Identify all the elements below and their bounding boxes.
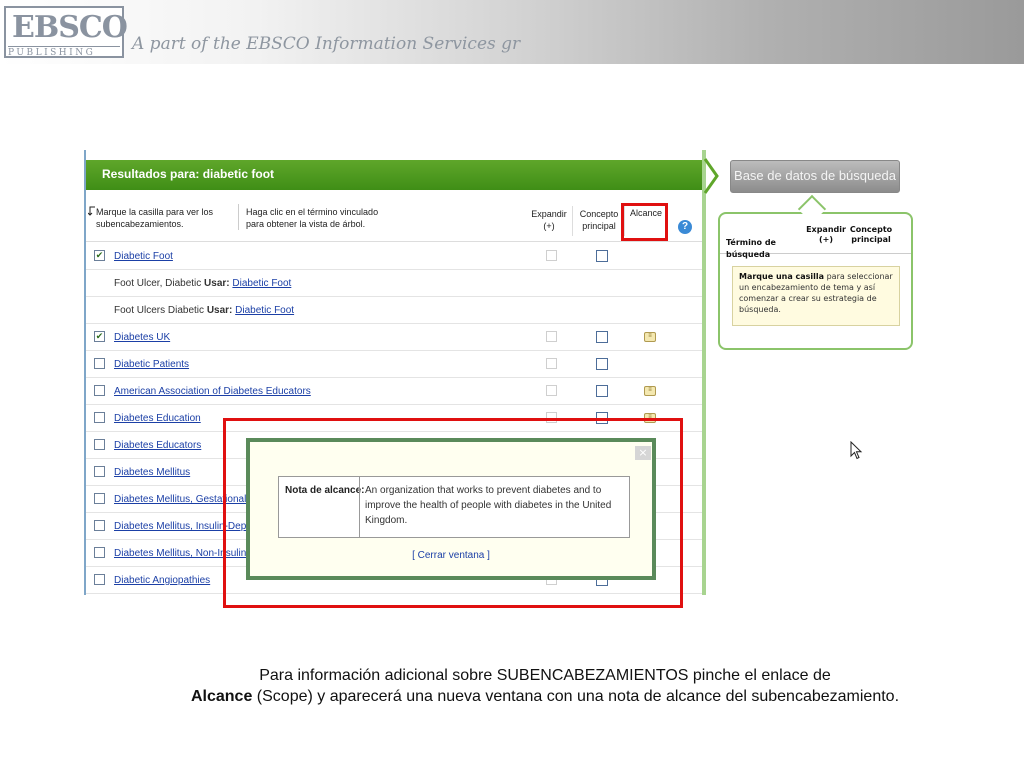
subject-term-link[interactable]: Diabetes UK [114, 332, 170, 343]
arrow-icon [88, 206, 95, 216]
row-checkbox[interactable] [94, 547, 105, 558]
table-row: Diabetic Patients [86, 351, 702, 378]
help-icon[interactable]: ? [678, 220, 692, 234]
caption-line1: Para información adicional sobre SUBENCA… [259, 667, 831, 684]
subject-term-link[interactable]: Diabetes Mellitus [114, 467, 190, 478]
logo-sub-text: PUBLISHING [8, 46, 120, 58]
caption-line2: (Scope) y aparecerá una nueva ventana co… [252, 688, 900, 705]
caption-bold: Alcance [190, 688, 253, 705]
expand-label: Expandir (+) [806, 225, 846, 244]
use-term: Foot Ulcer, Diabetic [114, 278, 205, 289]
expand-checkbox[interactable] [546, 250, 557, 261]
subject-term-link[interactable]: Diabetic Angiopathies [114, 575, 210, 586]
concept-column-header: Concepto principal [579, 209, 619, 231]
row-checkbox[interactable] [94, 574, 105, 585]
row-checkbox[interactable] [94, 358, 105, 369]
major-concept-checkbox[interactable] [596, 385, 608, 397]
row-checkbox[interactable] [94, 520, 105, 531]
logo-main-text: EBSCO [12, 10, 128, 45]
use-target-link[interactable]: Diabetic Foot [232, 278, 291, 289]
row-checkbox[interactable]: ✔ [94, 331, 105, 342]
use-word: Usar: [204, 278, 233, 289]
expand-column-header: Expandir (+) [531, 209, 567, 231]
row-checkbox[interactable] [94, 466, 105, 477]
row-checkbox[interactable] [94, 493, 105, 504]
major-concept-checkbox[interactable] [596, 250, 608, 262]
table-row: Foot Ulcer, Diabetic Usar: Diabetic Foot [86, 270, 702, 297]
instruction-tip: Marque una casilla para seleccionar un e… [732, 266, 900, 326]
subject-term-link[interactable]: Diabetes Education [114, 413, 201, 424]
use-word: Usar: [206, 305, 236, 316]
scope-note-icon[interactable]: ≡ [644, 332, 656, 342]
major-concept-checkbox[interactable] [596, 331, 608, 343]
table-row: ✔ Diabetic Foot [86, 243, 702, 270]
use-reference: Foot Ulcer, Diabetic Usar: Diabetic Foot [114, 278, 291, 289]
subject-term-link[interactable]: American Association of Diabetes Educato… [114, 386, 311, 397]
mouse-cursor-icon [850, 441, 863, 460]
scope-note-icon[interactable]: ≡ [644, 386, 656, 396]
search-database-button[interactable]: Base de datos de búsqueda [730, 160, 900, 193]
table-row: Foot Ulcers Diabetic Usar: Diabetic Foot [86, 297, 702, 324]
concept-label: Concepto principal [849, 225, 893, 244]
expand-checkbox[interactable] [546, 331, 557, 342]
header-divider [238, 204, 239, 230]
results-header: Resultados para: diabetic foot [86, 160, 702, 190]
col-divider [572, 206, 573, 236]
ebsco-logo: EBSCO PUBLISHING [4, 6, 128, 58]
column-headers: Marque la casilla para ver los subencabe… [86, 196, 702, 242]
expand-checkbox[interactable] [546, 358, 557, 369]
search-term-header: Término de Expandir (+) Concepto princip… [720, 216, 911, 254]
row-checkbox[interactable] [94, 412, 105, 423]
use-target-link[interactable]: Diabetic Foot [235, 305, 294, 316]
slide-caption: Para información adicional sobre SUBENCA… [130, 665, 960, 707]
tip-bold: Marque una casilla [739, 272, 825, 281]
subject-term-link[interactable]: Diabetic Patients [114, 359, 189, 370]
arrow-icon [703, 158, 719, 194]
term-label-continued: búsqueda [726, 250, 771, 259]
use-reference: Foot Ulcers Diabetic Usar: Diabetic Foot [114, 305, 294, 316]
term-label: Término de [726, 238, 776, 247]
row-checkbox[interactable] [94, 439, 105, 450]
check-instruction: Marque la casilla para ver los subencabe… [96, 207, 214, 229]
major-concept-checkbox[interactable] [596, 358, 608, 370]
row-checkbox[interactable] [94, 385, 105, 396]
table-row: ✔ Diabetes UK ≡ [86, 324, 702, 351]
ebsco-banner: EBSCO PUBLISHING A part of the EBSCO Inf… [0, 0, 1024, 64]
table-row: American Association of Diabetes Educato… [86, 378, 702, 405]
subject-term-link[interactable]: Diabetic Foot [114, 251, 173, 262]
expand-checkbox[interactable] [546, 385, 557, 396]
link-instruction: Haga clic en el término vinculado para o… [246, 207, 379, 229]
popup-highlight-box [223, 418, 683, 608]
use-term: Foot Ulcers Diabetic [114, 305, 207, 316]
subject-term-link[interactable]: Diabetes Educators [114, 440, 201, 451]
search-term-panel: Término de Expandir (+) Concepto princip… [718, 212, 913, 350]
row-checkbox[interactable]: ✔ [94, 250, 105, 261]
scope-highlight-box [621, 203, 668, 241]
banner-tagline: A part of the EBSCO Information Services… [132, 34, 521, 54]
